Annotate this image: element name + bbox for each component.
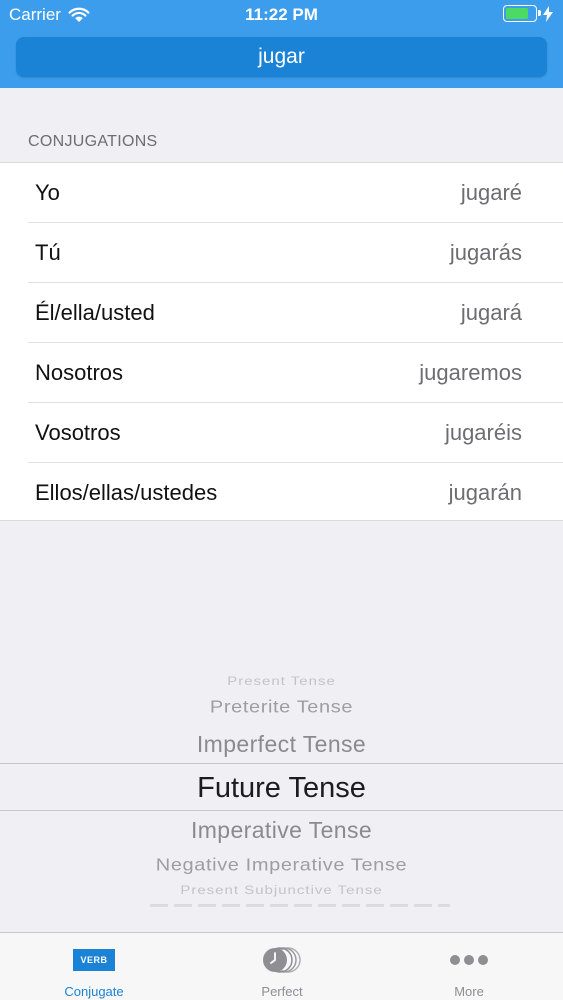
pronoun-label: Yo bbox=[35, 180, 60, 205]
tab-label: More bbox=[454, 984, 484, 999]
picker-option-imperative[interactable]: Imperative Tense bbox=[0, 817, 563, 844]
table-row[interactable]: Yo jugaré bbox=[0, 163, 563, 223]
table-row[interactable]: Nosotros jugaremos bbox=[0, 343, 563, 403]
tab-conjugate[interactable]: VERB Conjugate bbox=[0, 933, 188, 1000]
picker-option-imperfect[interactable]: Imperfect Tense bbox=[0, 731, 563, 758]
more-dots-icon bbox=[450, 955, 488, 965]
charging-icon bbox=[543, 5, 553, 22]
picker-option-preterite[interactable]: Preterite Tense bbox=[0, 697, 563, 718]
tab-bar: VERB Conjugate Perfect More bbox=[0, 932, 563, 1000]
table-row[interactable]: Ellos/ellas/ustedes jugarán bbox=[0, 463, 563, 523]
tab-label: Perfect bbox=[261, 984, 303, 999]
picker-option-negative-imperative[interactable]: Negative Imperative Tense bbox=[0, 855, 563, 876]
tab-perfect[interactable]: Perfect bbox=[188, 933, 376, 1000]
status-bar: Carrier 11:22 PM bbox=[0, 0, 563, 30]
pronoun-label: Ellos/ellas/ustedes bbox=[35, 480, 218, 505]
conjugated-form: jugaréis bbox=[444, 420, 522, 445]
pronoun-label: Vosotros bbox=[35, 420, 121, 445]
tab-more[interactable]: More bbox=[375, 933, 563, 1000]
picker-selection-bottom-line bbox=[0, 810, 563, 811]
battery-icon bbox=[503, 5, 541, 22]
verb-search-field[interactable]: jugar bbox=[16, 37, 547, 77]
picker-option-selected[interactable]: Future Tense bbox=[0, 772, 563, 805]
verb-icon: VERB bbox=[73, 949, 115, 971]
status-right bbox=[503, 5, 553, 22]
conjugated-form: jugarán bbox=[448, 480, 522, 505]
conjugation-table: Yo jugaré Tú jugarás Él/ella/usted jugar… bbox=[0, 162, 563, 521]
conjugated-form: jugaré bbox=[460, 180, 522, 205]
conjugated-form: jugaremos bbox=[419, 360, 522, 385]
picker-selection-top-line bbox=[0, 763, 563, 764]
picker-faded-option bbox=[150, 904, 450, 907]
status-time: 11:22 PM bbox=[245, 5, 318, 24]
pronoun-label: Tú bbox=[35, 240, 61, 265]
pronoun-label: Él/ella/usted bbox=[35, 300, 155, 325]
pronoun-label: Nosotros bbox=[35, 360, 124, 385]
conjugations-section-header: CONJUGATIONS bbox=[28, 133, 158, 150]
conjugated-form: jugarás bbox=[449, 240, 522, 265]
nav-header: Carrier 11:22 PM jugar bbox=[0, 0, 563, 88]
picker-option-present-subjunctive[interactable]: Present Subjunctive Tense bbox=[0, 884, 563, 898]
table-row[interactable]: Él/ella/usted jugará bbox=[0, 283, 563, 343]
tab-label: Conjugate bbox=[64, 984, 124, 999]
clock-stack-icon bbox=[263, 947, 301, 973]
table-row[interactable]: Tú jugarás bbox=[0, 223, 563, 283]
conjugated-form: jugará bbox=[460, 300, 522, 325]
picker-option-present[interactable]: Present Tense bbox=[0, 675, 563, 689]
tense-picker[interactable]: Present Tense Preterite Tense Imperfect … bbox=[0, 660, 563, 915]
table-row[interactable]: Vosotros jugaréis bbox=[0, 403, 563, 463]
